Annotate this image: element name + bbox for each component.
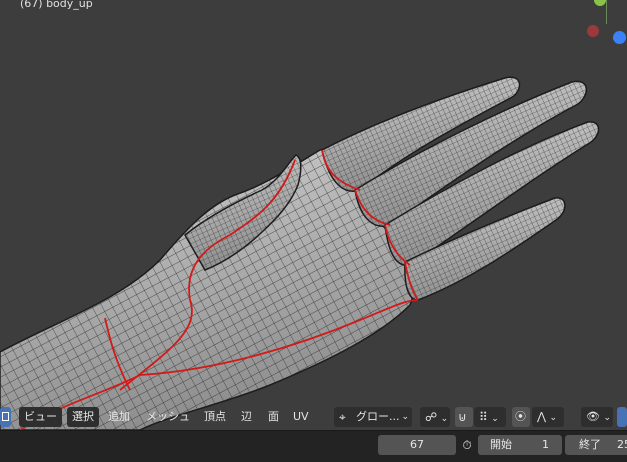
proportional-icon: ⦿ [515, 410, 526, 423]
mesh-menu[interactable]: メッシュ [146, 407, 190, 427]
uv-menu[interactable]: UV [293, 407, 309, 427]
frame-end-label: 終了 [579, 438, 601, 451]
visibility-dropdown[interactable]: 👁 ⌄ [581, 407, 613, 427]
add-menu[interactable]: 追加 [108, 407, 130, 427]
stopwatch-icon[interactable]: ⏱ [459, 436, 475, 454]
frame-start-label: 開始 [490, 438, 512, 451]
frame-start-field[interactable]: 開始 1 [478, 435, 562, 455]
transform-orientation-dropdown[interactable]: ⌖ グロー... ⌄ [334, 407, 412, 427]
snap-toggle[interactable]: ⊍ [455, 407, 473, 427]
edge-menu[interactable]: 辺 [241, 407, 252, 427]
eye-icon: 👁 [586, 410, 600, 423]
vertex-menu[interactable]: 頂点 [204, 407, 226, 427]
magnet-icon: ⊍ [458, 410, 467, 424]
3d-viewport[interactable]: (67) body_up [0, 0, 627, 430]
orientation-axes-icon: ⌖ [339, 410, 346, 424]
grid-icon: ⠿ [479, 410, 488, 424]
chevron-down-icon: ⌄ [603, 413, 612, 423]
select-box-icon [2, 412, 9, 421]
current-frame-field[interactable]: 67 [378, 435, 456, 455]
transform-orientation-label: グロー... [356, 410, 400, 423]
frame-start-value: 1 [542, 438, 549, 451]
falloff-dropdown[interactable]: ⋀ ⌄ [532, 407, 564, 427]
proportional-editing-toggle[interactable]: ⦿ [512, 407, 530, 427]
frame-end-field[interactable]: 終了 25 [565, 435, 627, 455]
chevron-down-icon: ⌄ [440, 414, 449, 424]
face-menu[interactable]: 面 [268, 407, 279, 427]
snap-target-dropdown[interactable]: ⠿ ⌄ [474, 407, 506, 427]
select-menu[interactable]: 選択 [67, 407, 99, 427]
chevron-down-icon: ⌄ [491, 414, 499, 424]
view-menu[interactable]: ビュー [19, 407, 62, 427]
select-box-mode-button[interactable] [0, 407, 11, 427]
gizmo-toggle[interactable] [617, 407, 627, 427]
frame-end-value: 25 [617, 438, 627, 451]
chevron-down-icon: ⌄ [401, 412, 409, 422]
chevron-down-icon: ⌄ [549, 413, 558, 423]
pivot-point-dropdown[interactable]: ☍ ⌄ [420, 407, 450, 427]
falloff-curve-icon: ⋀ [537, 410, 547, 423]
pivot-icon: ☍ [425, 410, 438, 424]
hand-mesh[interactable] [0, 0, 627, 430]
